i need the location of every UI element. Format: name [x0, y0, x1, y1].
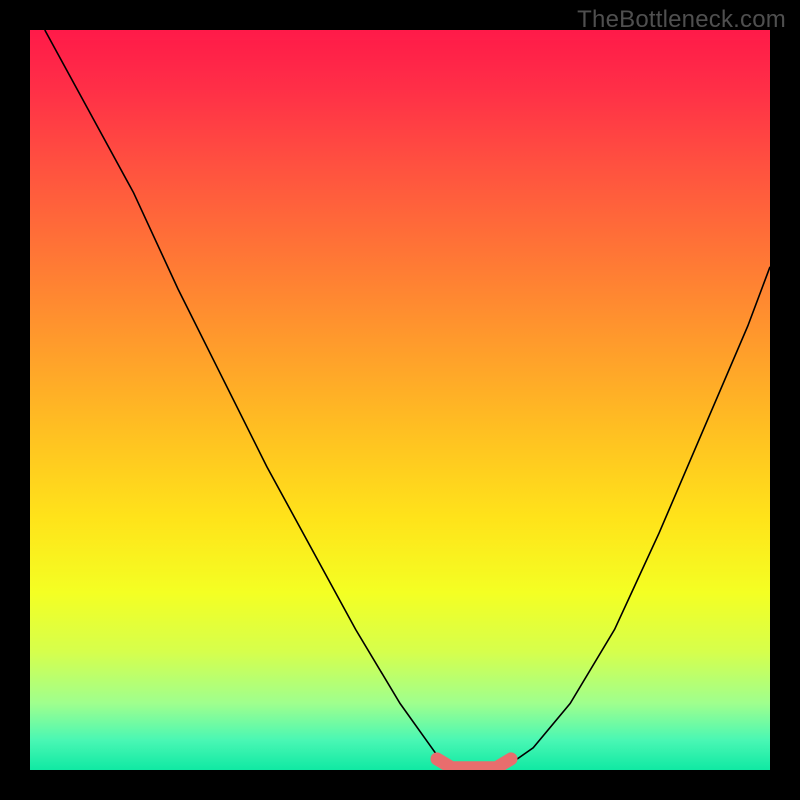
- plot-area: [30, 30, 770, 770]
- left-curve: [45, 30, 459, 769]
- curve-layer: [30, 30, 770, 770]
- chart-stage: TheBottleneck.com: [0, 0, 800, 800]
- minimum-highlight: [437, 759, 511, 768]
- right-curve: [504, 267, 770, 769]
- watermark-text: TheBottleneck.com: [577, 6, 786, 34]
